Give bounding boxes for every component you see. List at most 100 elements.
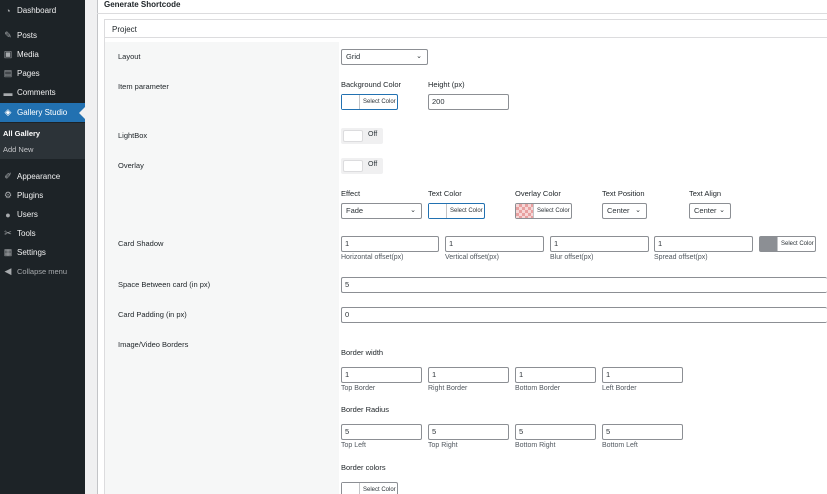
bottom-left-radius-label: Bottom Left: [602, 442, 638, 449]
left-border-label: Left Border: [602, 385, 637, 392]
spread-offset-label: Spread offset(px): [654, 254, 708, 261]
effect-value: Fade: [346, 206, 364, 215]
horizontal-offset-input[interactable]: 1: [341, 236, 439, 252]
top-border-label: Top Border: [341, 385, 376, 392]
bottom-border-label: Bottom Border: [515, 385, 561, 392]
effect-select[interactable]: Fade ⌄: [341, 203, 422, 219]
sidebar-item-label: Pages: [17, 69, 40, 78]
top-left-radius-label: Top Left: [341, 442, 366, 449]
layout-label: Layout: [118, 52, 141, 61]
blur-offset-label: Blur offset(px): [550, 254, 594, 261]
horizontal-offset-label: Horizontal offset(px): [341, 254, 404, 261]
lightbox-label: LightBox: [118, 131, 148, 140]
sidebar-item-dashboard[interactable]: ◔ Dashboard: [0, 1, 85, 20]
color-swatch: [429, 204, 447, 218]
layout-select[interactable]: Grid ⌄: [341, 49, 428, 65]
bottom-left-radius-input[interactable]: 5: [602, 424, 683, 440]
background-color-label: Background Color: [341, 80, 402, 89]
wrench-icon: ✂: [4, 228, 12, 238]
border-colors-label: Border colors: [341, 463, 386, 472]
chevron-down-icon: ⌄: [416, 53, 422, 60]
card-padding-input[interactable]: 0: [341, 307, 827, 323]
sidebar-item-label: Plugins: [17, 191, 44, 200]
select-color-label: Select Color: [781, 241, 814, 247]
chevron-down-icon: ⌄: [719, 207, 725, 214]
section-title: Project: [112, 25, 137, 34]
color-swatch: [516, 204, 534, 218]
submenu-add-new[interactable]: Add New: [3, 145, 33, 154]
sidebar-item-label: Users: [17, 210, 38, 219]
sidebar-item-gallery-studio[interactable]: ◈ Gallery Studio: [0, 103, 85, 122]
space-between-label: Space Between card (in px): [118, 280, 211, 289]
divider: [97, 13, 827, 14]
toggle-state: Off: [368, 131, 378, 138]
top-right-radius-input[interactable]: 5: [428, 424, 509, 440]
color-swatch: [760, 237, 778, 251]
sidebar-item-posts[interactable]: ✎ Posts: [0, 26, 85, 45]
label-column: [105, 42, 339, 494]
sidebar-item-appearance[interactable]: ✐ Appearance: [0, 167, 85, 186]
sidebar-item-settings[interactable]: ▦ Settings: [0, 243, 85, 262]
overlay-toggle[interactable]: Off: [341, 158, 383, 174]
sidebar-item-users[interactable]: ● Users: [0, 205, 85, 224]
borders-label: Image/Video Borders: [118, 340, 189, 349]
page-title: Generate Shortcode: [104, 0, 181, 9]
sidebar-item-label: Appearance: [17, 172, 61, 181]
pages-icon: ▤: [3, 68, 13, 78]
border-color-button[interactable]: Select Color: [341, 482, 398, 494]
toggle-knob: [343, 160, 363, 172]
color-swatch: [342, 95, 360, 109]
sidebar-item-media[interactable]: ▣ Media: [0, 45, 85, 64]
collapse-menu-button[interactable]: ◀ Collapse menu: [0, 262, 85, 281]
blur-offset-input[interactable]: 1: [550, 236, 649, 252]
users-icon: ●: [5, 209, 11, 220]
overlay-color-button[interactable]: Select Color: [515, 203, 572, 219]
left-border-input[interactable]: 1: [602, 367, 683, 383]
bottom-right-radius-label: Bottom Right: [515, 442, 556, 449]
text-align-select[interactable]: Center ⌄: [689, 203, 731, 219]
vertical-offset-input[interactable]: 1: [445, 236, 544, 252]
top-border-input[interactable]: 1: [341, 367, 422, 383]
dashboard-icon: ◔: [5, 5, 11, 16]
shadow-color-button[interactable]: Select Color: [759, 236, 816, 252]
text-color-button[interactable]: Select Color: [428, 203, 485, 219]
sidebar-item-label: Posts: [17, 31, 38, 40]
vertical-offset-label: Vertical offset(px): [445, 254, 499, 261]
text-align-label: Text Align: [689, 189, 722, 198]
text-position-select[interactable]: Center ⌄: [602, 203, 647, 219]
pin-icon: ✎: [4, 30, 12, 40]
bottom-right-radius-input[interactable]: 5: [515, 424, 596, 440]
space-between-input[interactable]: 5: [341, 277, 827, 293]
background-color-button[interactable]: Select Color: [341, 94, 398, 110]
toggle-state: Off: [368, 161, 378, 168]
item-parameter-label: Item parameter: [118, 82, 169, 91]
spread-offset-input[interactable]: 1: [654, 236, 753, 252]
top-left-radius-input[interactable]: 5: [341, 424, 422, 440]
settings-icon: ▦: [3, 247, 13, 257]
overlay-label: Overlay: [118, 161, 144, 170]
lightbox-toggle[interactable]: Off: [341, 128, 383, 144]
right-border-input[interactable]: 1: [428, 367, 509, 383]
collapse-icon: ◀: [4, 266, 12, 276]
collapse-menu-label: Collapse menu: [17, 267, 68, 276]
sidebar-item-plugins[interactable]: ⚙ Plugins: [0, 186, 85, 205]
color-swatch: [342, 483, 360, 494]
select-color-label: Select Color: [537, 208, 570, 214]
bottom-border-input[interactable]: 1: [515, 367, 596, 383]
sidebar-item-comments[interactable]: ▬ Comments: [0, 83, 85, 102]
layout-value: Grid: [346, 52, 361, 61]
select-color-label: Select Color: [450, 208, 483, 214]
sidebar-item-tools[interactable]: ✂ Tools: [0, 224, 85, 243]
chevron-down-icon: ⌄: [635, 207, 641, 214]
text-position-label: Text Position: [602, 189, 645, 198]
text-align-value: Center: [694, 206, 717, 215]
sidebar-item-pages[interactable]: ▤ Pages: [0, 64, 85, 83]
height-label: Height (px): [428, 80, 465, 89]
comments-icon: ▬: [3, 87, 13, 98]
gallery-icon: ◈: [4, 107, 12, 117]
submenu-all-gallery[interactable]: All Gallery: [3, 129, 40, 138]
sidebar-item-label: Dashboard: [17, 6, 57, 15]
height-input[interactable]: 200: [428, 94, 509, 110]
plugin-icon: ⚙: [3, 190, 13, 200]
gallery-submenu: All Gallery Add New: [0, 123, 85, 159]
